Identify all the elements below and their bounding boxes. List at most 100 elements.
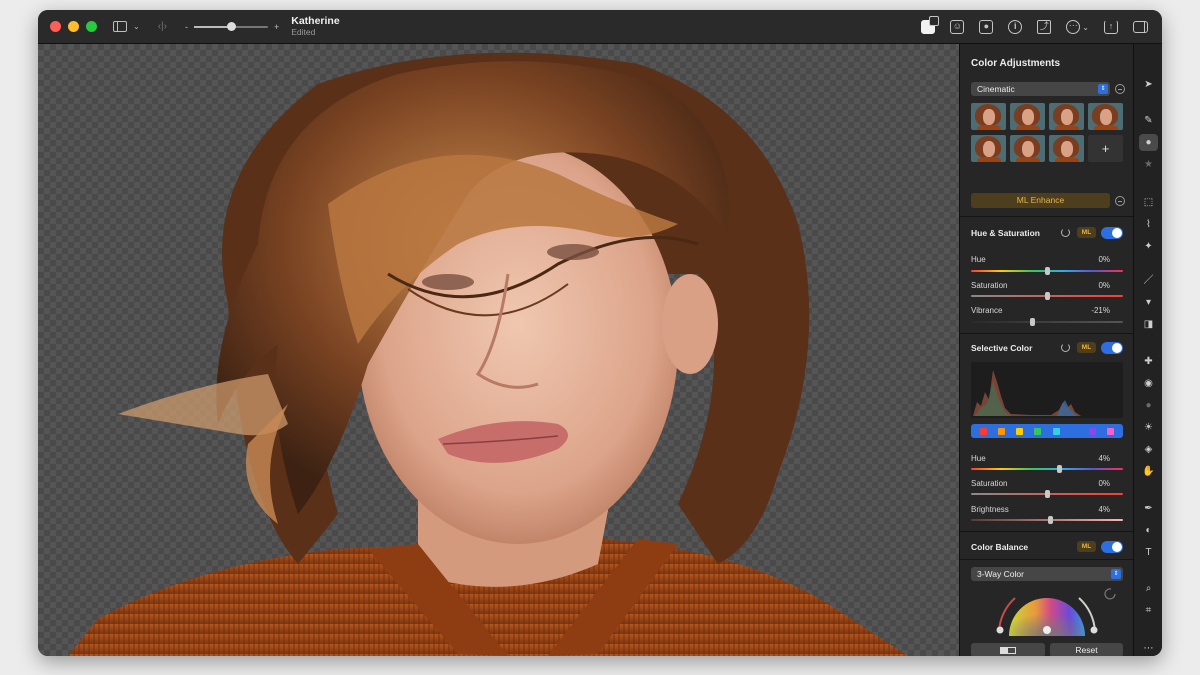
divider (960, 559, 1133, 560)
color-balance-toggle[interactable] (1101, 541, 1123, 553)
close-window-button[interactable] (50, 21, 61, 32)
shapes-tool-icon[interactable]: ◐ (1139, 522, 1158, 539)
brush-tool-icon[interactable]: ✎ (1139, 112, 1158, 129)
more-icon[interactable]: ··· (1066, 20, 1081, 34)
preset-thumbnail[interactable] (1049, 135, 1084, 162)
portrait-photo (68, 52, 908, 656)
preset-thumbnail[interactable] (971, 135, 1006, 162)
reset-icon[interactable] (1061, 343, 1070, 352)
reset-button[interactable]: Reset (1050, 643, 1123, 656)
adjustments-panel: Color Adjustments Cinematic ⇕ + ML Enhan… (959, 44, 1133, 656)
preset-select[interactable]: Cinematic ⇕ (971, 82, 1110, 96)
vibrance-slider[interactable] (971, 318, 1123, 326)
pointer-tool-icon[interactable]: ➤ (1139, 76, 1158, 93)
sc-hue-slider-knob[interactable] (1057, 465, 1063, 473)
compare-button[interactable] (971, 643, 1045, 656)
add-preset-button[interactable]: + (1088, 135, 1123, 162)
zoom-in-icon[interactable]: + (274, 22, 279, 32)
preset-thumbnail[interactable] (1010, 135, 1045, 162)
select-arrows-icon: ⇕ (1098, 84, 1108, 94)
ml-badge[interactable]: ML (1077, 227, 1096, 238)
healing-icon[interactable]: ✚ (1139, 353, 1158, 370)
share-icon[interactable]: ↑ (1104, 20, 1118, 34)
color-swatch-bar[interactable] (971, 424, 1123, 438)
sc-brightness-slider[interactable] (971, 516, 1123, 524)
ml-enhance-button[interactable]: ML Enhance (971, 193, 1110, 208)
color-balance-title: Color Balance (971, 542, 1029, 552)
panel-title: Color Adjustments (971, 58, 1061, 69)
hue-slider-knob[interactable] (1045, 267, 1050, 275)
more-tools-icon[interactable]: ⋯ (1139, 640, 1158, 656)
selective-color-toggle[interactable] (1101, 342, 1123, 354)
ml-badge[interactable]: ML (1077, 541, 1096, 552)
bucket-fill-icon[interactable]: ▾ (1139, 294, 1158, 311)
hand-tool-icon[interactable]: ✋ (1139, 463, 1158, 480)
inspector-toggle-icon[interactable] (1133, 21, 1148, 33)
selective-color-title: Selective Color (971, 343, 1033, 353)
ml-badge[interactable]: ML (1077, 342, 1096, 353)
zoom-window-button[interactable] (86, 21, 97, 32)
divider (960, 531, 1133, 532)
hue-saturation-title: Hue & Saturation (971, 228, 1040, 238)
eraser-icon[interactable]: ◨ (1139, 316, 1158, 333)
hue-saturation-toggle[interactable] (1101, 227, 1123, 239)
rect-select-tool-icon[interactable]: ⬚ (1139, 194, 1158, 211)
color-swatch[interactable] (1052, 427, 1060, 435)
info-icon[interactable]: i (1008, 20, 1023, 34)
layers-icon[interactable] (921, 16, 940, 34)
blur-icon[interactable]: ● (1139, 397, 1158, 414)
remove-preset-icon[interactable] (1115, 84, 1125, 94)
hue-slider[interactable] (971, 267, 1123, 275)
color-swatch[interactable] (1089, 427, 1097, 435)
minimize-window-button[interactable] (68, 21, 79, 32)
preset-thumbnail[interactable] (1088, 103, 1123, 130)
magic-wand-tool-icon[interactable]: ✦ (1139, 238, 1158, 255)
text-tool-icon[interactable]: T (1139, 544, 1158, 561)
zoom-slider[interactable] (193, 21, 268, 31)
color-swatch[interactable] (979, 427, 987, 435)
color-swatch[interactable] (1070, 427, 1078, 435)
color-swatch[interactable] (1107, 427, 1115, 435)
pen-tool-icon[interactable]: ✒ (1139, 500, 1158, 517)
more-menu[interactable]: ··· ⌄ (1066, 20, 1089, 34)
sun-light-icon[interactable]: ☀ (1139, 419, 1158, 436)
document-name: Katherine (291, 14, 340, 27)
tools-strip: ➤ ✎ ● ★ ⬚ ⌇ ✦ ／ ▾ ◨ ✚ ◉ ● ☀ ◈ ✋ ✒ ◐ T ⌕ … (1133, 44, 1162, 656)
crop-tool-icon[interactable]: ⌗ (1139, 602, 1158, 619)
preset-thumbnail[interactable] (1049, 103, 1084, 130)
zoom-slider-knob[interactable] (226, 21, 236, 31)
paint-brush-icon[interactable]: ／ (1139, 272, 1158, 289)
sc-brightness-slider-knob[interactable] (1048, 516, 1054, 524)
crop-rotate-icon[interactable]: ⤴ (1037, 20, 1052, 34)
preset-select-value: Cinematic (977, 84, 1015, 94)
image-canvas[interactable] (38, 44, 959, 656)
vibrance-slider-knob[interactable] (1029, 318, 1035, 326)
color-adjust-tool-icon[interactable]: ● (1139, 134, 1158, 151)
chevron-down-icon[interactable]: ⌄ (133, 22, 140, 31)
color-swatch[interactable] (1034, 427, 1042, 435)
portrait-icon[interactable]: ● (979, 20, 994, 34)
sc-saturation-slider[interactable] (971, 490, 1123, 498)
magnify-icon[interactable]: ⌕ (1139, 580, 1158, 597)
lasso-tool-icon[interactable]: ⌇ (1139, 216, 1158, 233)
reset-icon[interactable] (1061, 228, 1070, 237)
sc-hue-slider[interactable] (971, 465, 1123, 473)
color-wheel[interactable] (971, 580, 1123, 636)
color-swatch[interactable] (997, 427, 1005, 435)
sc-saturation-slider-knob[interactable] (1045, 490, 1050, 498)
color-balance-mode-select[interactable]: 3-Way Color ⇕ (971, 567, 1123, 581)
clone-stamp-icon[interactable]: ◉ (1139, 375, 1158, 392)
remove-ml-enhance-icon[interactable] (1115, 196, 1125, 206)
smudge-icon[interactable]: ◈ (1139, 441, 1158, 458)
zoom-control: - + (185, 21, 279, 32)
zoom-out-icon[interactable]: - (185, 22, 188, 32)
color-swatch[interactable] (1016, 427, 1024, 435)
saturation-slider[interactable] (971, 292, 1123, 300)
favorite-star-icon[interactable]: ★ (1139, 156, 1158, 173)
face-select-icon[interactable]: ☺ (950, 20, 965, 34)
preset-thumbnail[interactable] (971, 103, 1006, 130)
code-brackets-icon[interactable]: ‹|› (158, 21, 167, 32)
preset-thumbnail[interactable] (1010, 103, 1045, 130)
saturation-slider-knob[interactable] (1045, 292, 1050, 300)
sidebar-toggle-icon[interactable] (113, 21, 127, 32)
